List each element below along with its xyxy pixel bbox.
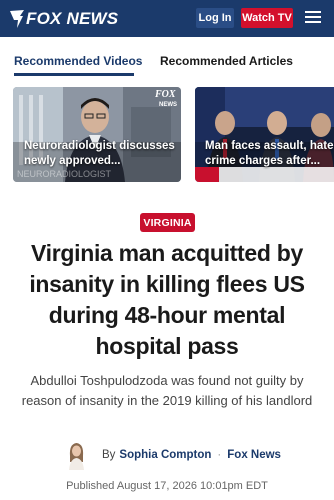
svg-text:NEWS: NEWS — [159, 102, 177, 108]
video-caption: Man faces assault, hate crime charges af… — [205, 140, 334, 167]
recommended-tabs: Recommended Videos Recommended Articles — [0, 37, 334, 81]
published-timestamp: Published August 17, 2026 10:01pm EDT — [66, 480, 268, 492]
tab-recommended-videos[interactable]: Recommended Videos — [14, 54, 142, 68]
fox-news-logo[interactable]: FOX NEWS — [9, 8, 118, 29]
svg-text:NEURORADIOLOGIST: NEURORADIOLOGIST — [17, 169, 112, 179]
byline: By Sophia Compton · Fox News — [66, 440, 281, 470]
source-link[interactable]: Fox News — [227, 449, 281, 461]
watch-tv-button[interactable]: Watch TV — [241, 8, 293, 28]
active-tab-indicator — [14, 73, 134, 76]
author-avatar[interactable] — [66, 440, 87, 470]
tab-recommended-articles[interactable]: Recommended Articles — [160, 54, 293, 68]
video-card-neuroradiologist[interactable]: FOX NEWS NEURORADIOLOGIST Neuroradiologi… — [13, 87, 181, 182]
svg-text:FOX: FOX — [154, 89, 176, 100]
article-subheadline: Abdulloi Toshpulodzoda was found not gui… — [21, 373, 313, 408]
byline-separator: · — [217, 449, 222, 461]
byline-prefix: By — [102, 449, 116, 461]
category-label[interactable]: VIRGINIA — [140, 213, 195, 232]
author-link[interactable]: Sophia Compton — [119, 449, 211, 461]
hamburger-menu-icon[interactable] — [305, 11, 321, 25]
fox-logo-icon — [10, 9, 24, 28]
top-nav-bar: FOX NEWS Log In Watch TV — [0, 0, 334, 37]
article-headline: Virginia man acquitted by insanity in ki… — [29, 240, 305, 359]
logo-text: FOX NEWS — [26, 8, 119, 28]
video-caption: Neuroradiologist discusses newly approve… — [24, 140, 175, 167]
video-card-assault-charges[interactable]: Man faces assault, hate crime charges af… — [195, 87, 334, 182]
log-in-button[interactable]: Log In — [196, 8, 234, 28]
